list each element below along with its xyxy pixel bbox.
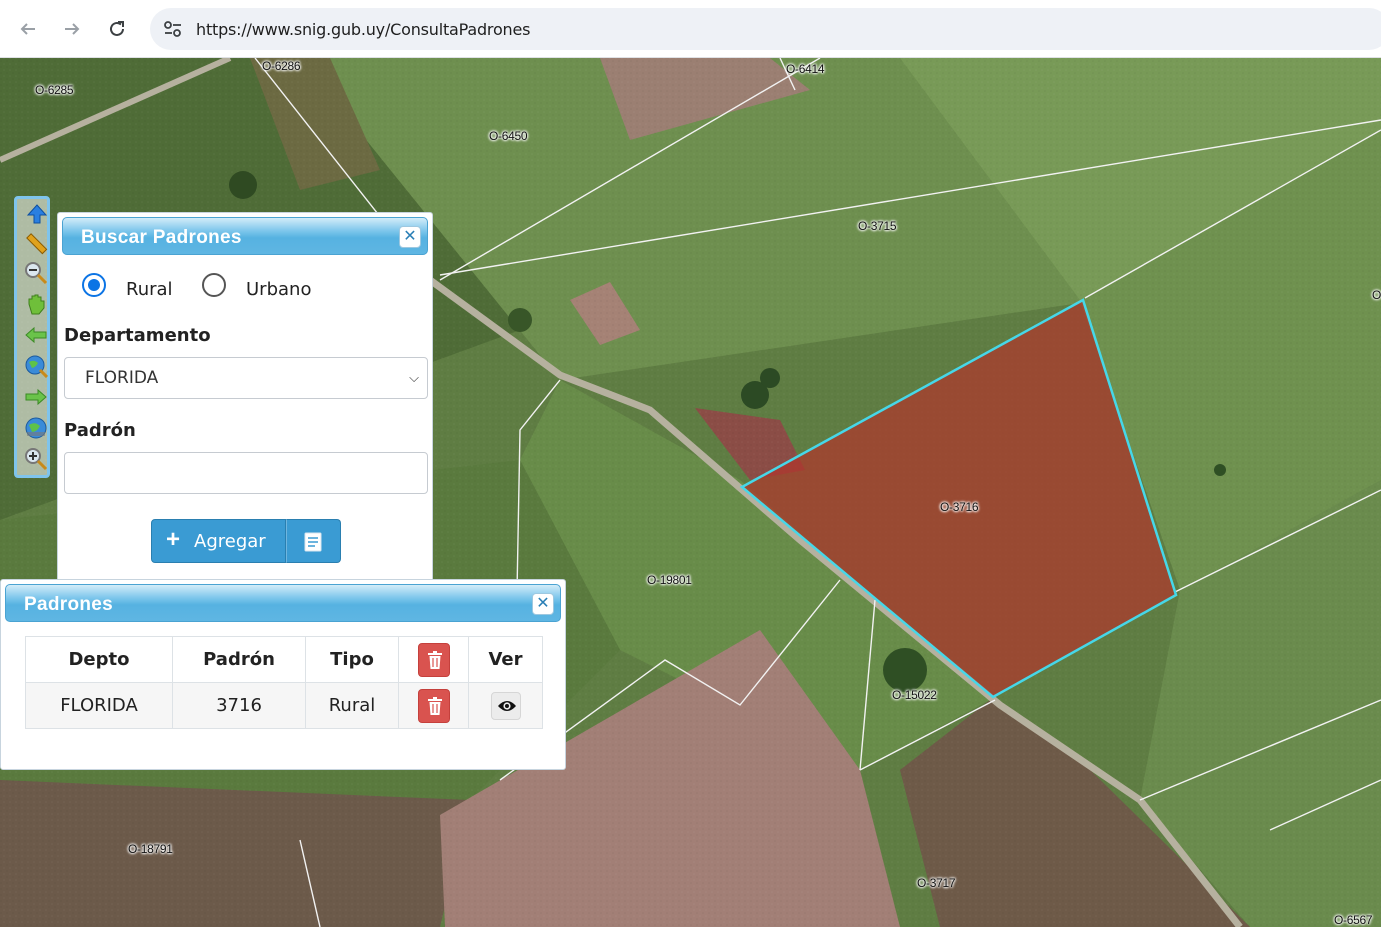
previous-extent-icon[interactable] — [24, 323, 48, 347]
next-extent-icon[interactable] — [24, 385, 48, 409]
close-icon: ✕ — [403, 228, 417, 245]
table-header-row: Depto Padrón Tipo Ver — [25, 636, 543, 683]
panel-header[interactable]: Buscar Padrones ✕ — [62, 217, 428, 255]
delete-all-button[interactable] — [417, 642, 450, 677]
results-table: Depto Padrón Tipo Ver FLORIDA 3716 Rural — [25, 636, 543, 729]
parcel-label: O-6567 — [1334, 913, 1373, 927]
close-button[interactable]: ✕ — [399, 226, 421, 248]
reload-icon — [110, 21, 124, 36]
delete-row-button[interactable] — [417, 688, 450, 723]
column-header-delete — [398, 636, 469, 683]
parcel-label: O-19801 — [647, 573, 692, 587]
search-panel: Buscar Padrones ✕ Rural Urbano Departame… — [57, 212, 433, 584]
padron-label: Padrón — [64, 420, 136, 441]
cell-padron: 3716 — [172, 682, 306, 729]
address-bar[interactable]: https://www.snig.gub.uy/ConsultaPadrones — [150, 8, 1381, 50]
chevron-down-icon: ⌵ — [409, 370, 419, 385]
view-button[interactable] — [490, 691, 521, 720]
document-list-icon — [304, 532, 322, 552]
table-row: FLORIDA 3716 Rural — [25, 682, 543, 729]
column-header-tipo: Tipo — [305, 636, 399, 683]
parcel-label: O-3715 — [858, 219, 897, 233]
cell-tipo: Rural — [305, 682, 399, 729]
trash-icon — [427, 696, 442, 715]
measure-ruler-icon[interactable] — [24, 231, 48, 255]
reload-button[interactable] — [100, 12, 134, 46]
trash-icon — [427, 650, 442, 669]
plus-icon: + — [166, 526, 181, 553]
padron-input[interactable] — [64, 452, 428, 494]
parcel-label: O-6414 — [786, 62, 825, 76]
cell-ver — [468, 682, 543, 729]
pan-arrow-icon[interactable] — [24, 201, 48, 225]
parcel-label-selected[interactable]: O-3716 — [940, 500, 979, 514]
radio-urbano-label[interactable]: Urbano — [246, 279, 311, 300]
radio-urbano[interactable] — [202, 273, 226, 297]
add-button-label: Agregar — [194, 531, 266, 552]
radio-rural[interactable] — [82, 273, 106, 297]
forward-button[interactable] — [55, 12, 89, 46]
parcel-label: O — [1372, 288, 1381, 302]
close-icon: ✕ — [536, 595, 550, 612]
parcel-label: O-15022 — [892, 688, 937, 702]
eye-icon — [497, 700, 516, 711]
parcel-label: O-6450 — [489, 129, 528, 143]
departamento-select[interactable]: FLORIDA ⌵ — [64, 357, 428, 399]
column-header-padron: Padrón — [172, 636, 306, 683]
panel-header[interactable]: Padrones ✕ — [5, 584, 561, 622]
site-info-icon[interactable] — [162, 19, 184, 39]
cell-delete — [398, 682, 469, 729]
zoom-full-globe-icon[interactable] — [24, 354, 48, 378]
hand-pan-icon[interactable] — [24, 292, 48, 316]
parcel-label: O-6286 — [262, 59, 301, 73]
results-panel: Padrones ✕ Depto Padrón Tipo Ver FLORIDA… — [0, 579, 566, 770]
cell-depto: FLORIDA — [25, 682, 173, 729]
add-button[interactable]: + Agregar — [151, 519, 286, 563]
zoom-in-icon[interactable] — [24, 447, 48, 471]
list-button[interactable] — [286, 519, 341, 563]
close-button[interactable]: ✕ — [532, 593, 554, 615]
departamento-label: Departamento — [64, 325, 211, 346]
departamento-value: FLORIDA — [85, 368, 159, 388]
map-toolbar — [14, 196, 50, 478]
parcel-label: O-3717 — [917, 876, 956, 890]
browser-toolbar: https://www.snig.gub.uy/ConsultaPadrones — [0, 0, 1381, 58]
back-button[interactable] — [11, 12, 45, 46]
column-header-ver: Ver — [468, 636, 543, 683]
world-icon[interactable] — [24, 416, 48, 440]
arrow-left-icon — [20, 23, 35, 35]
url-text[interactable]: https://www.snig.gub.uy/ConsultaPadrones — [196, 20, 530, 39]
radio-rural-label[interactable]: Rural — [126, 279, 173, 300]
panel-title: Buscar Padrones — [81, 227, 242, 248]
column-header-depto: Depto — [25, 636, 173, 683]
zoom-out-icon[interactable] — [24, 261, 48, 285]
parcel-label: O-6285 — [35, 83, 74, 97]
panel-title: Padrones — [24, 594, 113, 615]
parcel-label: O-18791 — [128, 842, 173, 856]
arrow-right-icon — [65, 23, 80, 35]
